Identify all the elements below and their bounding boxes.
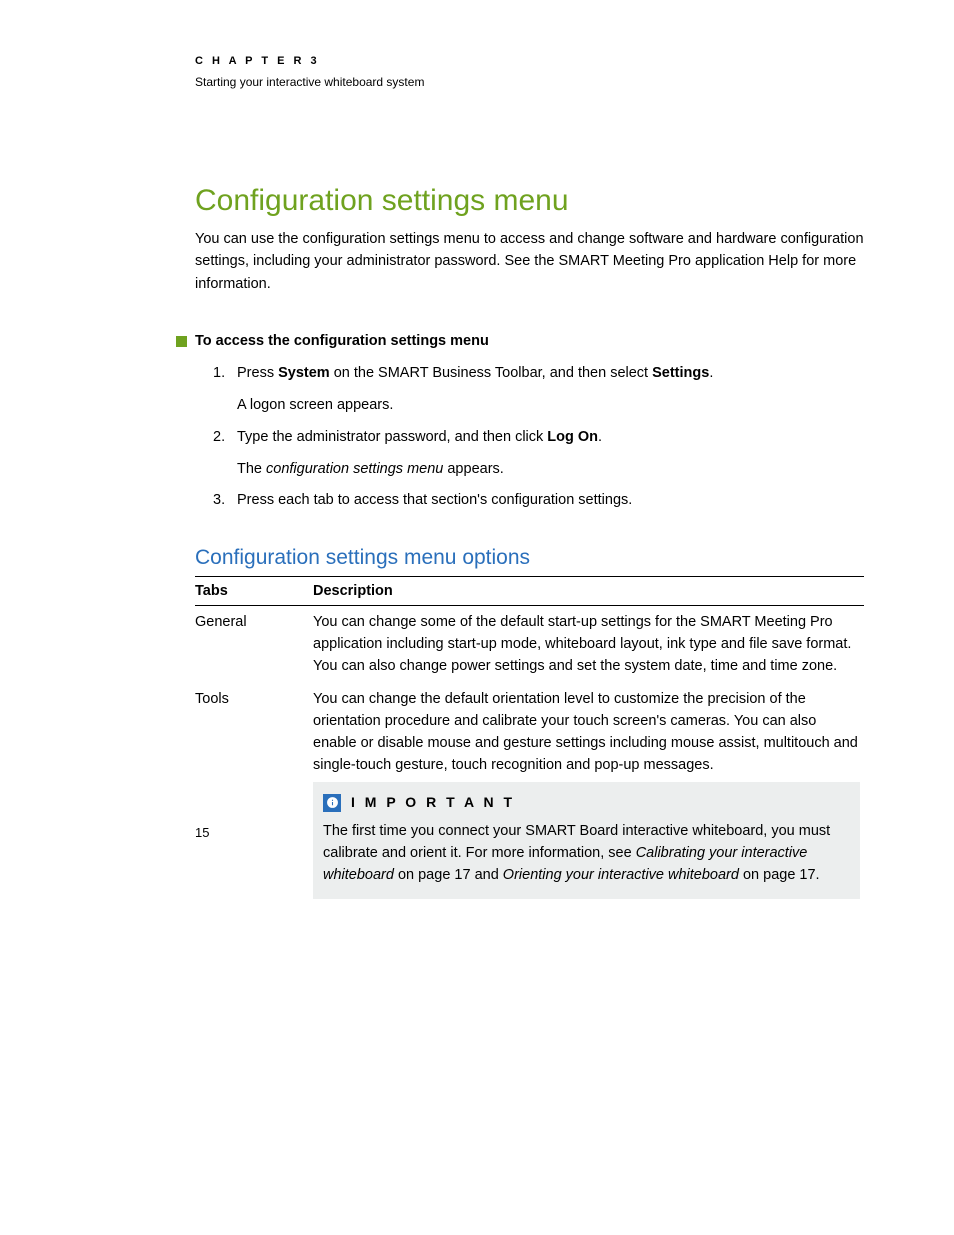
procedure-list: 1. Press System on the SMART Business To… — [237, 363, 864, 512]
info-icon — [323, 794, 341, 812]
step-sub: A logon screen appears. — [237, 395, 864, 417]
step-text: Press System on the SMART Business Toolb… — [237, 365, 713, 381]
procedure-step: 1. Press System on the SMART Business To… — [237, 363, 864, 417]
step-text: Type the administrator password, and the… — [237, 429, 602, 445]
bullet-square-icon — [176, 336, 187, 347]
procedure: To access the configuration settings men… — [195, 333, 864, 512]
page-number: 15 — [195, 825, 209, 840]
table-row: General You can change some of the defau… — [195, 606, 864, 684]
table-cell-tab: General — [195, 606, 313, 684]
page: C H A P T E R 3 Starting your interactiv… — [0, 0, 954, 905]
table-header-description: Description — [313, 577, 864, 606]
important-text: The first time you connect your SMART Bo… — [323, 821, 850, 886]
table-cell-desc: You can change the default orientation l… — [313, 683, 864, 904]
step-text: Press each tab to access that section's … — [237, 492, 632, 508]
table-row: Tools You can change the default orienta… — [195, 683, 864, 904]
chapter-subtitle: Starting your interactive whiteboard sys… — [195, 75, 864, 89]
procedure-step: 2. Type the administrator password, and … — [237, 427, 864, 481]
step-number: 1. — [213, 363, 225, 385]
table-cell-desc: You can change some of the default start… — [313, 606, 864, 684]
important-label: I M P O R T A N T — [351, 792, 515, 813]
important-note: I M P O R T A N T The first time you con… — [313, 782, 860, 898]
table-cell-tab: Tools — [195, 683, 313, 904]
options-table: Tabs Description General You can change … — [195, 576, 864, 905]
procedure-heading: To access the configuration settings men… — [195, 333, 864, 349]
step-number: 2. — [213, 427, 225, 449]
intro-paragraph: You can use the configuration settings m… — [195, 228, 864, 295]
table-header-tabs: Tabs — [195, 577, 313, 606]
page-title: Configuration settings menu — [195, 184, 864, 218]
chapter-label: C H A P T E R 3 — [195, 55, 864, 67]
procedure-step: 3. Press each tab to access that section… — [237, 490, 864, 512]
step-sub: The configuration settings menu appears. — [237, 459, 864, 481]
step-number: 3. — [213, 490, 225, 512]
section-heading: Configuration settings menu options — [195, 546, 864, 570]
